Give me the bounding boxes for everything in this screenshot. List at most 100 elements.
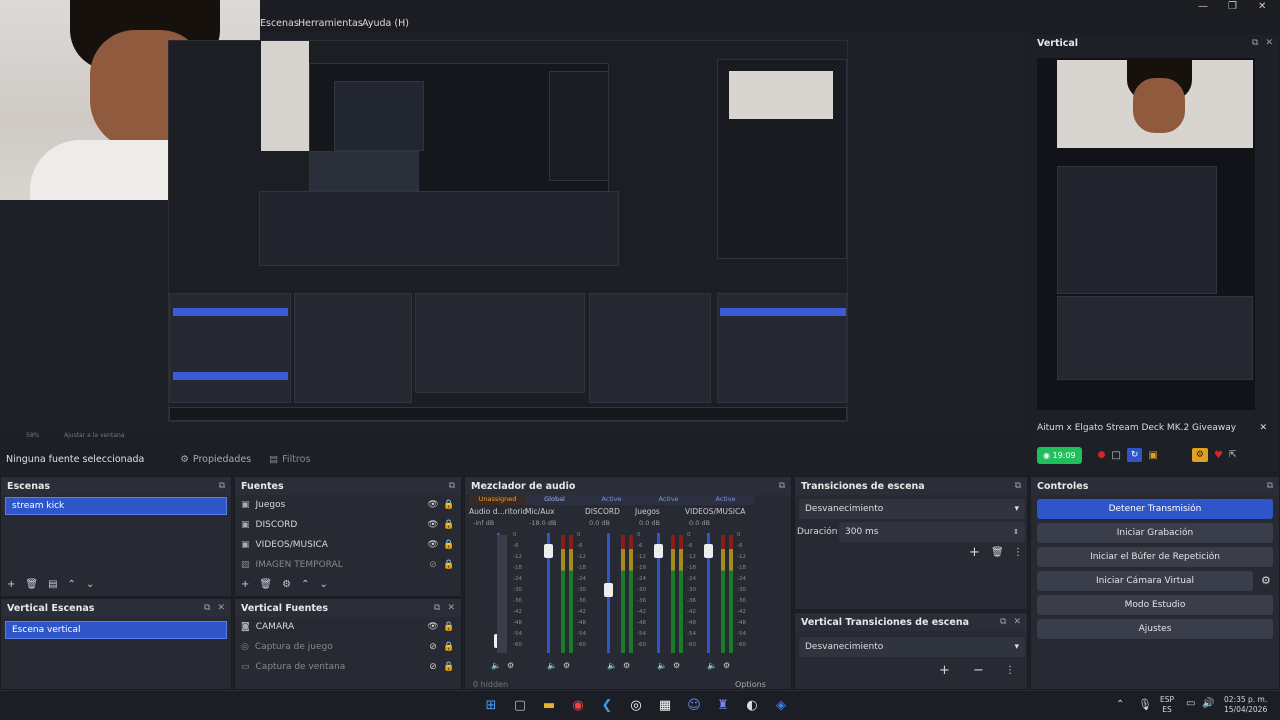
properties-button[interactable]: ⚙ Propiedades [180,454,251,465]
eye-hidden-icon[interactable]: ⊘ [427,642,439,652]
gear-icon[interactable]: ⚙ [282,579,291,590]
vsource-item-captura-ventana[interactable]: ▭ Captura de ventana ⊘ 🔒 [235,657,461,677]
virtual-camera-button[interactable]: Iniciar Cámara Virtual [1037,571,1253,591]
source-item-discord[interactable]: ▣ DISCORD 👁 🔒 [235,515,461,535]
channel-settings-icon[interactable]: ⚙ [563,661,570,670]
whatsapp-icon[interactable]: ◎ [625,694,647,716]
minimize-button[interactable]: — [1198,1,1208,12]
clock[interactable]: 02:35 p. m. 15/04/2026 [1224,695,1267,715]
mixer-tab-active-1[interactable]: Active [583,495,640,505]
mixer-options-button[interactable]: Options [735,680,766,689]
mixer-tab-active-3[interactable]: Active [697,495,754,505]
trash-icon[interactable]: 🗑 [259,579,272,590]
vertical-scene-item[interactable]: Escena vertical [5,621,227,639]
menu-item-escenas[interactable]: Escenas [260,18,299,29]
filters-button[interactable]: ▤ Filtros [269,454,310,465]
channel-settings-icon[interactable]: ⚙ [723,661,730,670]
live-indicator[interactable]: ◉ 19:09 [1037,446,1082,464]
mute-icon[interactable]: 🔈 [547,661,557,670]
more-icon[interactable]: ⋮ [1013,547,1023,558]
language-indicator[interactable]: ESP ES [1160,695,1174,715]
dock-float-icon[interactable]: ⧉ [1267,481,1273,491]
maximize-button[interactable]: ❐ [1228,1,1237,12]
close-icon[interactable]: ✕ [1013,617,1021,627]
settings-gear-icon[interactable]: ⚙ [1191,448,1208,462]
menu-item-herramientas[interactable]: Herramientas [298,18,363,29]
volume-knob[interactable] [704,544,713,558]
replay-buffer-button[interactable]: Iniciar el Búfer de Repetición [1037,547,1273,567]
dock-float-icon[interactable]: ⧉ [434,603,440,613]
add-transition-button[interactable]: + [969,545,980,560]
eye-icon[interactable]: 👁 [427,500,439,510]
lock-icon[interactable]: 🔒 [443,520,455,530]
down-icon[interactable]: ⌄ [319,579,327,590]
capcut-icon[interactable]: ▦ [654,694,676,716]
up-icon[interactable]: ⌃ [68,579,76,590]
vscode-icon[interactable]: ❮ [596,694,618,716]
mute-icon[interactable]: 🔈 [491,661,501,670]
eye-hidden-icon[interactable]: ⊘ [427,662,439,672]
close-button[interactable]: ✕ [1258,1,1266,12]
eye-icon[interactable]: 👁 [427,540,439,550]
channel-settings-icon[interactable]: ⚙ [623,661,630,670]
lock-icon[interactable]: 🔒 [443,622,455,632]
volume-knob[interactable] [654,544,663,558]
close-icon[interactable]: ✕ [1259,423,1267,433]
lock-icon[interactable]: 🔒 [443,500,455,510]
obs-icon[interactable]: ◐ [741,694,763,716]
up-icon[interactable]: ⌃ [301,579,309,590]
folder-icon[interactable]: ▣ [1148,450,1157,461]
source-item-juegos[interactable]: ▣ Juegos 👁 🔒 [235,495,461,515]
eye-icon[interactable]: 👁 [427,622,439,632]
dock-float-icon[interactable]: ⧉ [1000,617,1006,627]
trash-icon[interactable]: 🗑 [25,579,38,590]
lock-icon[interactable]: 🔒 [443,642,455,652]
app-icon[interactable]: ◈ [770,694,792,716]
channel-settings-icon[interactable]: ⚙ [673,661,680,670]
volume-knob[interactable] [544,544,553,558]
source-item-videos[interactable]: ▣ VIDEOS/MUSICA 👁 🔒 [235,535,461,555]
down-icon[interactable]: ⌄ [86,579,94,590]
dock-float-icon[interactable]: ⧉ [1252,38,1258,48]
duration-spinbox[interactable]: 300 ms ⇕ [839,522,1025,542]
lock-icon[interactable]: 🔒 [443,540,455,550]
studio-mode-button[interactable]: Modo Estudio [1037,595,1273,615]
add-icon[interactable]: + [241,579,249,590]
discord-icon[interactable]: ☺ [683,694,705,716]
dock-float-icon[interactable]: ⧉ [204,603,210,613]
chrome-icon[interactable]: ◉ [567,694,589,716]
vertical-transition-select[interactable]: Desvanecimiento ▾ [799,637,1025,657]
dock-float-icon[interactable]: ⧉ [219,481,225,491]
game-icon[interactable]: ♜ [712,694,734,716]
mixer-tab-global[interactable]: Global [526,495,583,505]
windows-start-icon[interactable]: ⊞ [480,694,502,716]
mixer-tab-active-2[interactable]: Active [640,495,697,505]
transition-select[interactable]: Desvanecimiento ▾ [799,499,1025,519]
task-view-icon[interactable]: ▢ [509,694,531,716]
mute-icon[interactable]: 🔈 [607,661,617,670]
vsource-item-captura-juego[interactable]: ◎ Captura de juego ⊘ 🔒 [235,637,461,657]
virtual-camera-settings-icon[interactable]: ⚙ [1261,574,1271,587]
share-icon[interactable]: ⇱ [1229,450,1237,460]
stop-stream-button[interactable]: Detener Transmisión [1037,499,1273,519]
fit-window-dropdown[interactable]: Ajustar a la ventana [64,432,125,439]
record-icon[interactable]: ● [1098,450,1106,460]
dock-float-icon[interactable]: ⧉ [779,481,785,491]
add-transition-button[interactable]: + [939,663,950,678]
lock-icon[interactable]: 🔒 [443,560,455,570]
eye-hidden-icon[interactable]: ⊘ [427,560,439,570]
network-icon[interactable]: ▭ [1186,698,1195,709]
more-icon[interactable]: ⋮ [1005,665,1015,676]
close-icon[interactable]: ✕ [447,603,455,613]
eye-icon[interactable]: 👁 [427,520,439,530]
vsource-item-camara[interactable]: ◙ CAMARA 👁 🔒 [235,617,461,637]
replay-icon[interactable]: □ [1111,450,1120,461]
close-icon[interactable]: ✕ [217,603,225,613]
add-icon[interactable]: + [7,579,15,590]
start-recording-button[interactable]: Iniciar Grabación [1037,523,1273,543]
sync-icon[interactable]: ↻ [1126,448,1143,462]
settings-button[interactable]: Ajustes [1037,619,1273,639]
volume-knob[interactable] [604,582,613,597]
volume-icon[interactable]: 🔊 [1202,698,1214,709]
mute-icon[interactable]: 🔈 [657,661,667,670]
